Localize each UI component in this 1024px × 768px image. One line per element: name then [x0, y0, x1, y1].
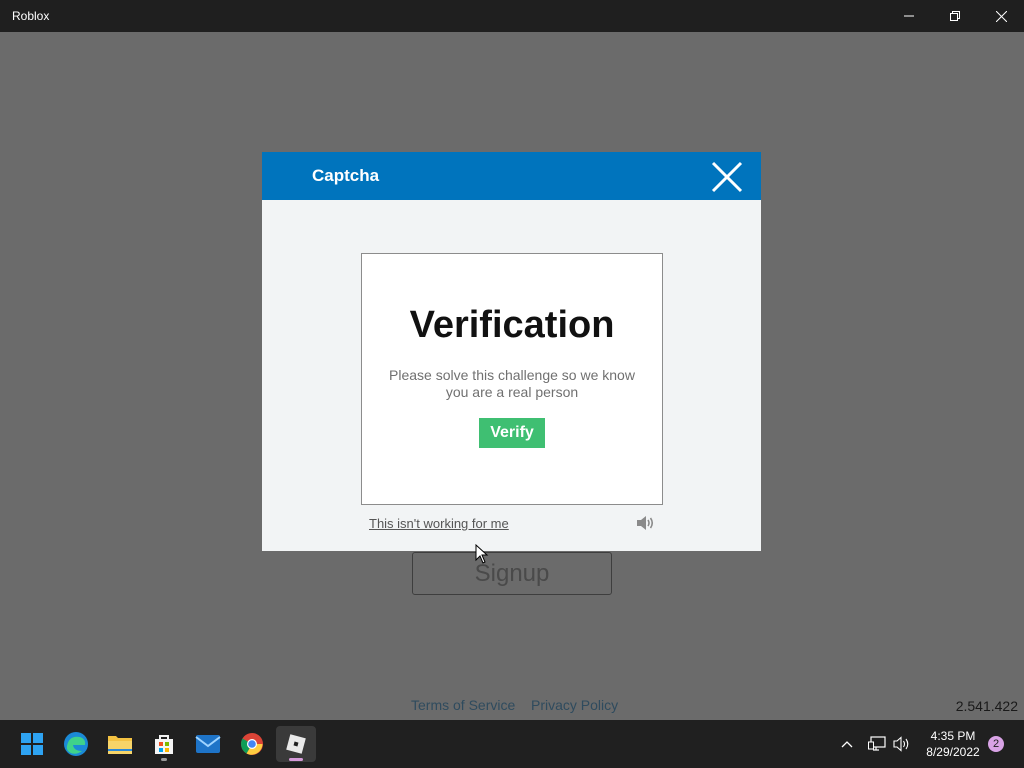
microsoft-store-icon: [155, 735, 173, 754]
taskbar-roblox[interactable]: [276, 726, 316, 762]
captcha-dialog: Captcha Verification Please solve this c…: [262, 152, 761, 551]
close-icon: [711, 161, 743, 193]
taskbar-edge[interactable]: [56, 726, 96, 762]
chevron-up-icon: [841, 741, 853, 748]
captcha-header: Captcha: [262, 152, 761, 200]
speaker-icon: [637, 516, 654, 530]
privacy-policy-link[interactable]: Privacy Policy: [531, 697, 618, 713]
clock-time: 4:35 PM: [930, 729, 976, 743]
verification-card: Verification Please solve this challenge…: [361, 253, 663, 505]
show-hidden-icons-button[interactable]: [840, 720, 854, 768]
terms-of-service-link[interactable]: Terms of Service: [411, 697, 515, 713]
not-working-link[interactable]: This isn't working for me: [369, 516, 509, 531]
close-button[interactable]: [978, 0, 1024, 32]
version-label: 2.541.422: [955, 698, 1018, 714]
chrome-icon: [241, 733, 263, 755]
running-indicator: [161, 758, 167, 761]
signup-button[interactable]: Signup: [412, 552, 612, 595]
taskbar: 4:35 PM 8/29/2022: [0, 720, 1024, 768]
active-indicator: [289, 758, 303, 761]
roblox-icon: [286, 734, 306, 754]
notification-badge[interactable]: 2: [988, 736, 1004, 752]
start-icon: [21, 733, 43, 755]
minimize-icon: [904, 15, 914, 17]
clock-date: 8/29/2022: [926, 745, 980, 759]
network-button[interactable]: [868, 720, 886, 768]
verify-button[interactable]: Verify: [479, 418, 545, 448]
audio-challenge-button[interactable]: [635, 514, 657, 532]
captcha-title: Captcha: [312, 166, 380, 185]
taskbar-file-explorer[interactable]: [100, 726, 140, 762]
captcha-close-button[interactable]: [711, 161, 743, 193]
verification-message: Please solve this challenge so we know y…: [389, 367, 635, 400]
volume-icon: [893, 736, 909, 752]
network-icon: [868, 736, 886, 751]
mouse-cursor-icon: [475, 543, 489, 564]
volume-button[interactable]: [893, 720, 911, 768]
maximize-button[interactable]: [932, 0, 978, 32]
taskbar-chrome[interactable]: [232, 726, 272, 762]
minimize-button[interactable]: [886, 0, 932, 32]
window-title: Roblox: [12, 9, 50, 23]
clock[interactable]: 4:35 PM 8/29/2022: [918, 728, 988, 760]
restore-icon: [950, 11, 960, 21]
edge-icon: [64, 732, 88, 756]
taskbar-microsoft-store[interactable]: [144, 726, 184, 762]
verification-heading: Verification: [409, 304, 615, 346]
taskbar-mail[interactable]: [188, 726, 228, 762]
file-explorer-icon: [108, 736, 132, 754]
mail-icon: [195, 735, 221, 753]
window-titlebar: Roblox: [0, 0, 1024, 32]
start-button[interactable]: [12, 726, 52, 762]
close-icon: [995, 10, 1007, 22]
